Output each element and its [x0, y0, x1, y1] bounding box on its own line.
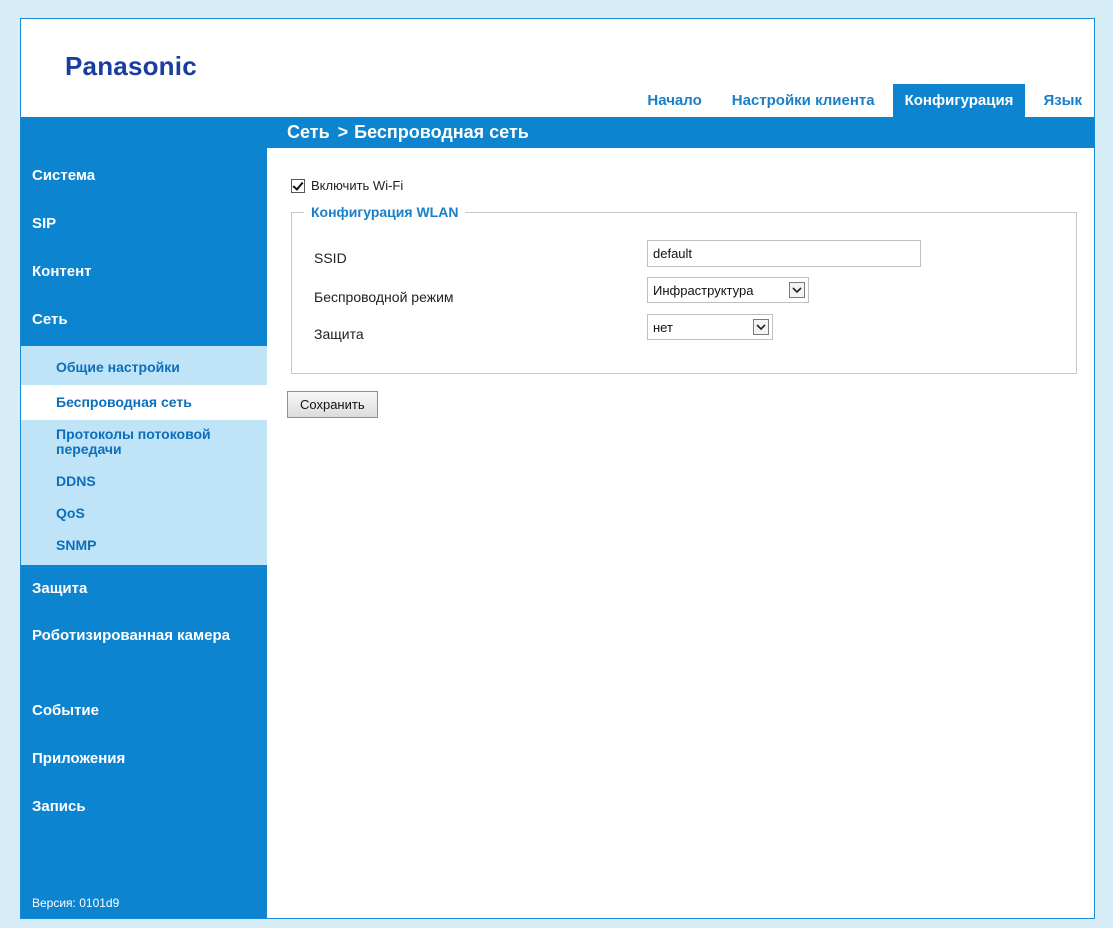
tab-client-settings[interactable]: Настройки клиента [720, 84, 887, 117]
enable-wifi-checkbox[interactable] [291, 178, 305, 193]
wireless-mode-value: Инфраструктура [653, 282, 754, 298]
ssid-label: SSID [314, 250, 347, 266]
chevron-down-icon [753, 319, 769, 335]
breadcrumb-page: Беспроводная сеть [354, 122, 529, 142]
submenu-streaming-protocols[interactable]: Протоколы потоковой передачи [21, 420, 267, 465]
sidebar-item-security[interactable]: Защита [21, 565, 267, 613]
wireless-mode-label: Беспроводной режим [314, 289, 454, 305]
enable-wifi-row: Включить Wi-Fi [291, 178, 403, 193]
submenu-wireless[interactable]: Беспроводная сеть [21, 385, 267, 420]
breadcrumb-separator: > [337, 122, 349, 142]
sidebar-item-sip[interactable]: SIP [21, 200, 267, 248]
tab-configuration[interactable]: Конфигурация [892, 84, 1026, 117]
chevron-down-icon [789, 282, 805, 298]
version-label: Версия: 0101d9 [32, 896, 120, 910]
security-select[interactable]: нет [647, 314, 773, 340]
submenu-ddns[interactable]: DDNS [21, 465, 267, 497]
sidebar-item-event[interactable]: Событие [21, 687, 267, 735]
sidebar: Система SIP Контент Сеть Общие настройки… [21, 148, 267, 918]
sidebar-item-system[interactable]: Система [21, 152, 267, 200]
wlan-config-group: Конфигурация WLAN SSID Беспроводной режи… [291, 204, 1077, 374]
enable-wifi-label: Включить Wi-Fi [311, 178, 404, 193]
security-value: нет [653, 319, 673, 335]
breadcrumb-section: Сеть [287, 122, 330, 142]
sidebar-item-content[interactable]: Контент [21, 248, 267, 296]
top-nav: Начало Настройки клиента Конфигурация Яз… [629, 84, 1094, 117]
submenu-general-settings[interactable]: Общие настройки [21, 350, 267, 385]
breadcrumb: Сеть > Беспроводная сеть [287, 117, 529, 148]
sidebar-item-applications[interactable]: Приложения [21, 735, 267, 783]
panasonic-logo: Panasonic [65, 51, 197, 81]
submenu-snmp[interactable]: SNMP [21, 529, 267, 561]
header-bar: Сеть > Беспроводная сеть [21, 117, 1094, 148]
sidebar-item-robotic-camera[interactable]: Роботизированная камера [21, 613, 267, 687]
wireless-mode-select[interactable]: Инфраструктура [647, 277, 809, 303]
tab-language[interactable]: Язык [1031, 84, 1094, 117]
ssid-input[interactable] [647, 240, 921, 267]
save-button[interactable]: Сохранить [287, 391, 378, 418]
sidebar-item-network[interactable]: Сеть [21, 296, 267, 344]
sidebar-item-recording[interactable]: Запись [21, 783, 267, 831]
network-submenu: Общие настройки Беспроводная сеть Проток… [21, 346, 267, 565]
tab-home[interactable]: Начало [635, 84, 713, 117]
wlan-config-legend: Конфигурация WLAN [311, 204, 459, 220]
security-label: Защита [314, 326, 364, 342]
submenu-qos[interactable]: QoS [21, 497, 267, 529]
app-window: Panasonic Начало Настройки клиента Конфи… [20, 18, 1095, 919]
